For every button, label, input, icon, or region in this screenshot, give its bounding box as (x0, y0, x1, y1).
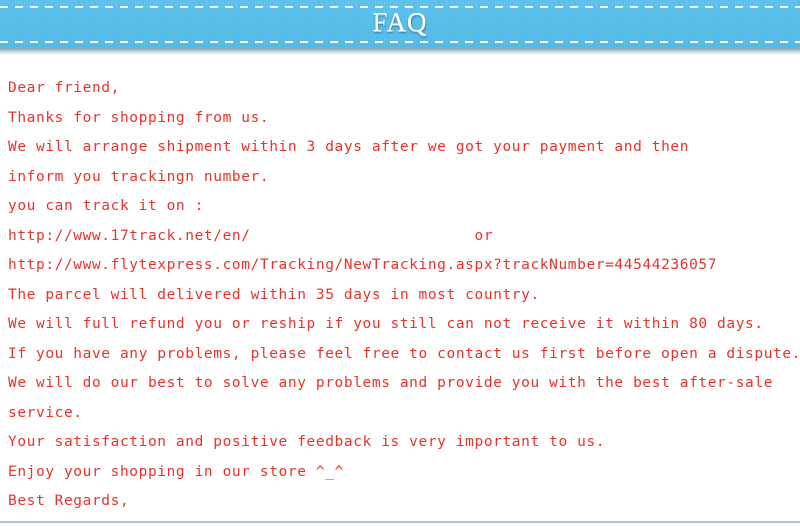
bottom-divider (0, 521, 800, 523)
faq-tracking-url-17track: http://www.17track.net/en/ or (8, 227, 494, 244)
faq-page: FAQ Dear friend, Thanks for shopping fro… (0, 0, 800, 526)
faq-line: We will arrange shipment within 3 days a… (8, 139, 690, 155)
faq-line: Enjoy your shopping in our store ^_^ (8, 463, 344, 480)
faq-signoff: Best Regards, (8, 493, 130, 509)
faq-line: Dear friend, (8, 80, 120, 96)
faq-line: service. (8, 404, 83, 421)
faq-body: Dear friend, Thanks for shopping from us… (0, 56, 800, 517)
faq-line: If you have any problems, please feel fr… (8, 345, 800, 362)
faq-line: We will full refund you or reship if you… (8, 316, 764, 332)
faq-tracking-url-flytexpress: http://www.flytexpress.com/Tracking/NewT… (8, 257, 718, 273)
banner-dashed-line-bottom (0, 41, 800, 43)
faq-line: you can track it on : (8, 198, 204, 214)
faq-line: Thanks for shopping from us. (8, 109, 270, 126)
faq-line: inform you trackingn number. (8, 168, 270, 185)
faq-line: Your satisfaction and positive feedback … (8, 434, 606, 450)
faq-line: We will do our best to solve any problem… (8, 375, 774, 391)
faq-line: The parcel will delivered within 35 days… (8, 286, 540, 303)
faq-banner: FAQ (0, 0, 800, 48)
faq-title: FAQ (372, 7, 428, 37)
